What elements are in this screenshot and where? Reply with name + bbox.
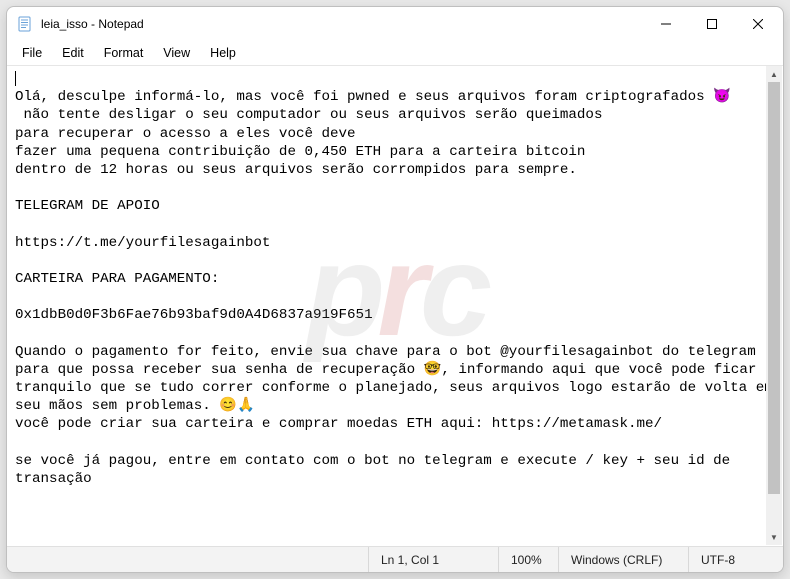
status-position: Ln 1, Col 1 [368, 547, 498, 572]
menu-format[interactable]: Format [95, 43, 153, 63]
text-editor[interactable]: Olá, desculpe informá-lo, mas você foi p… [7, 66, 783, 546]
menubar: File Edit Format View Help [7, 41, 783, 66]
window-title: leia_isso - Notepad [41, 17, 144, 31]
minimize-button[interactable] [643, 8, 689, 40]
status-spacer [7, 547, 368, 572]
status-line-ending: Windows (CRLF) [558, 547, 688, 572]
titlebar[interactable]: leia_isso - Notepad [7, 7, 783, 41]
text-caret [15, 71, 16, 86]
close-button[interactable] [735, 8, 781, 40]
menu-view[interactable]: View [154, 43, 199, 63]
scroll-up-arrow-icon[interactable]: ▲ [766, 66, 782, 82]
maximize-button[interactable] [689, 8, 735, 40]
scrollbar-thumb[interactable] [768, 82, 780, 494]
menu-file[interactable]: File [13, 43, 51, 63]
vertical-scrollbar[interactable]: ▲ ▼ [766, 66, 782, 545]
editor-content: Olá, desculpe informá-lo, mas você foi p… [15, 89, 781, 487]
notepad-window: leia_isso - Notepad File Edit Format Vie… [6, 6, 784, 573]
notepad-icon [17, 16, 33, 32]
menu-help[interactable]: Help [201, 43, 245, 63]
scroll-down-arrow-icon[interactable]: ▼ [766, 529, 782, 545]
statusbar: Ln 1, Col 1 100% Windows (CRLF) UTF-8 [7, 546, 783, 572]
status-zoom: 100% [498, 547, 558, 572]
status-encoding: UTF-8 [688, 547, 783, 572]
menu-edit[interactable]: Edit [53, 43, 93, 63]
